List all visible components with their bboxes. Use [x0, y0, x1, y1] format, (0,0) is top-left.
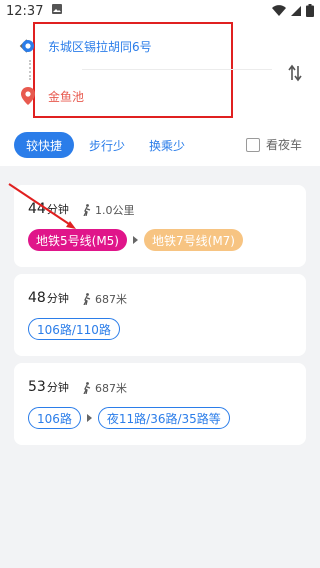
route-header: 东城区锡拉胡同6号 金鱼池 [0, 22, 320, 128]
line-tag-bus: 106路/110路 [28, 318, 120, 340]
swap-route-button[interactable] [284, 62, 306, 84]
walking-icon [83, 293, 91, 305]
field-divider [82, 69, 272, 70]
filter-less-walking[interactable]: 步行少 [80, 132, 134, 158]
swap-icon [288, 64, 302, 82]
route-card[interactable]: 44 分钟 1.0公里 地铁5号线(M5) 地铁7号线(M7) [14, 185, 306, 267]
status-time: 12:37 [6, 3, 44, 19]
walk-distance: 687米 [82, 380, 127, 396]
route-duration: 44 分钟 [28, 201, 69, 217]
transfer-arrow-icon [86, 414, 92, 422]
transfer-arrow-icon [133, 236, 138, 244]
night-bus-checkbox[interactable] [246, 137, 260, 152]
origin-text: 东城区锡拉胡同6号 [48, 39, 152, 54]
route-card[interactable]: 53 分钟 687米 106路 夜11路/36路/35路等 [14, 363, 306, 445]
walking-icon [83, 382, 91, 394]
origin-dot-icon [18, 36, 38, 56]
origin-field[interactable]: 东城区锡拉胡同6号 [0, 34, 240, 58]
line-tag-m5: 地铁5号线(M5) [28, 229, 127, 251]
walking-icon [83, 204, 91, 216]
signal-icon [290, 2, 302, 21]
line-tag-m7: 地铁7号线(M7) [144, 229, 243, 251]
route-lines: 106路/110路 [28, 318, 120, 340]
wifi-icon [272, 2, 286, 21]
route-lines: 地铁5号线(M5) 地铁7号线(M7) [28, 229, 243, 251]
destination-field[interactable]: 金鱼池 [0, 84, 240, 108]
filter-fewer-transfers[interactable]: 换乘少 [140, 132, 194, 158]
status-bar: 12:37 [0, 0, 320, 22]
location-pin-icon [18, 86, 38, 106]
line-tag-bus: 106路 [28, 407, 81, 429]
night-bus-label: 看夜车 [266, 138, 303, 152]
route-connector [29, 60, 31, 80]
battery-icon [306, 2, 314, 21]
filter-bar: 较快捷 步行少 换乘少 看夜车 [0, 128, 320, 166]
walk-distance: 1.0公里 [82, 202, 135, 218]
filter-fastest[interactable]: 较快捷 [14, 132, 74, 158]
image-notification-icon [51, 3, 63, 19]
route-lines: 106路 夜11路/36路/35路等 [28, 407, 230, 429]
route-duration: 53 分钟 [28, 379, 69, 395]
line-tag-bus: 夜11路/36路/35路等 [97, 407, 230, 429]
route-card[interactable]: 48 分钟 687米 106路/110路 [14, 274, 306, 356]
night-bus-toggle[interactable]: 看夜车 [246, 136, 302, 153]
destination-text: 金鱼池 [48, 89, 85, 104]
walk-distance: 687米 [82, 291, 127, 307]
route-duration: 48 分钟 [28, 290, 69, 306]
